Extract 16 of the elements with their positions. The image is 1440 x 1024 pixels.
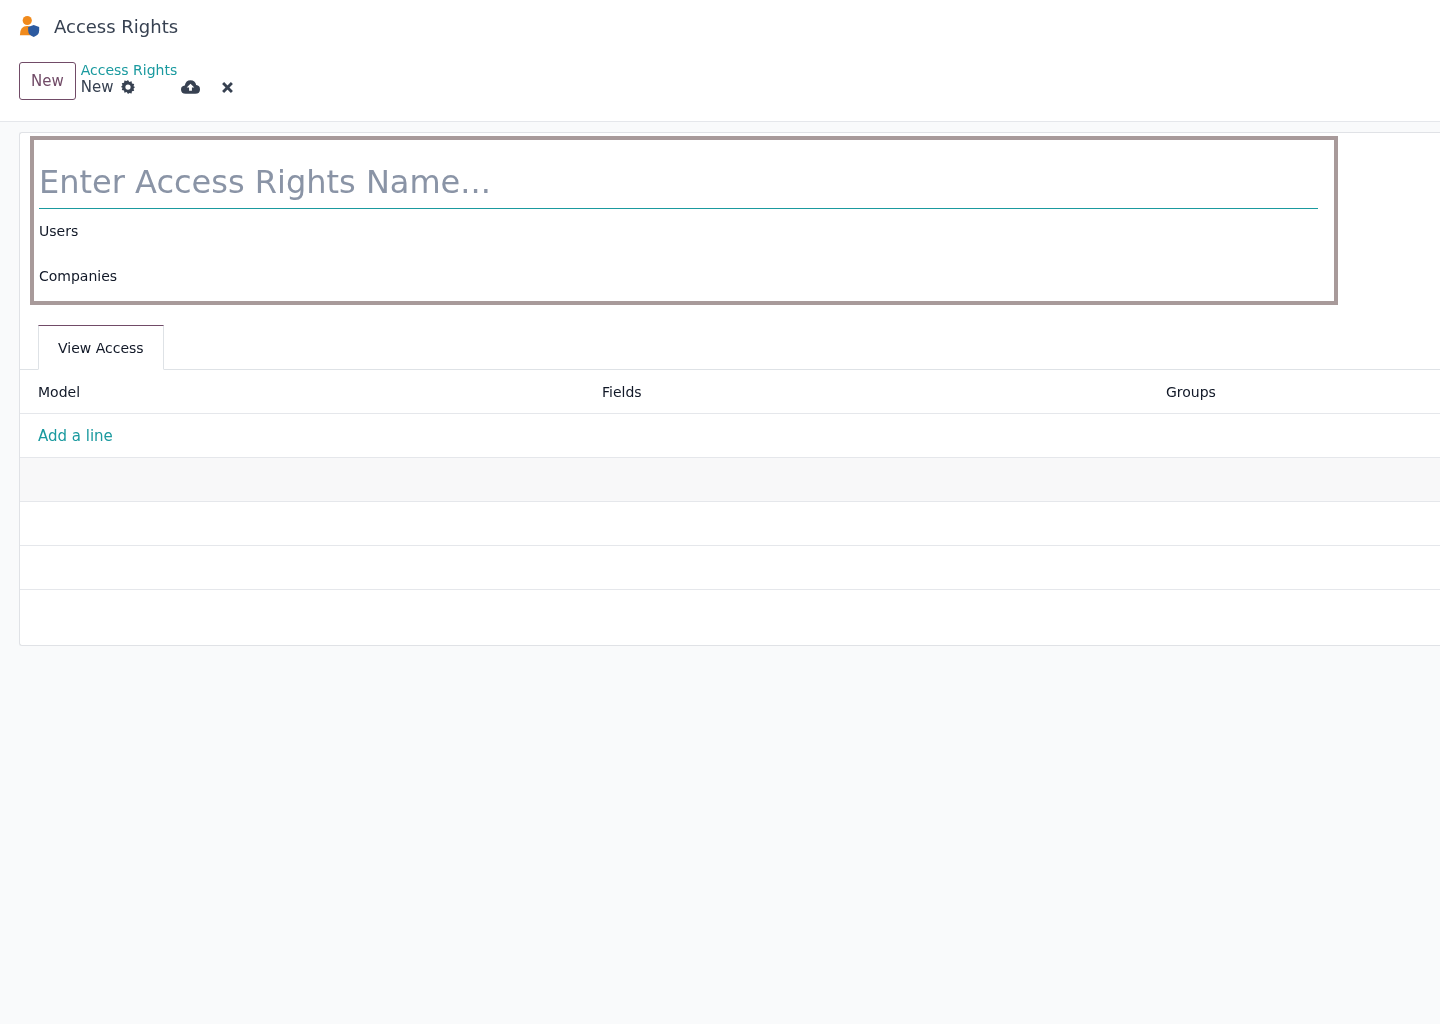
field-label: Companies bbox=[39, 267, 119, 286]
notebook-tab[interactable]: View Access bbox=[38, 325, 164, 370]
settings-icon[interactable] bbox=[121, 80, 136, 94]
name-field[interactable]: Enter Access Rights Name... bbox=[39, 158, 1318, 209]
column-header: Fields bbox=[602, 383, 643, 400]
cloud-upload-icon[interactable] bbox=[181, 80, 201, 94]
add-line-link[interactable]: Add a line bbox=[38, 426, 113, 445]
close-icon[interactable] bbox=[222, 81, 234, 93]
new-button[interactable]: New bbox=[19, 62, 76, 100]
app-title: Access Rights bbox=[54, 15, 179, 37]
column-header: Groups bbox=[1166, 383, 1217, 400]
breadcrumb-link[interactable]: Access Rights bbox=[80, 62, 234, 78]
column-header: Model bbox=[38, 383, 82, 400]
field-label: Users bbox=[39, 222, 80, 241]
record-name: New bbox=[80, 78, 114, 96]
user-shield-icon bbox=[19, 14, 41, 38]
